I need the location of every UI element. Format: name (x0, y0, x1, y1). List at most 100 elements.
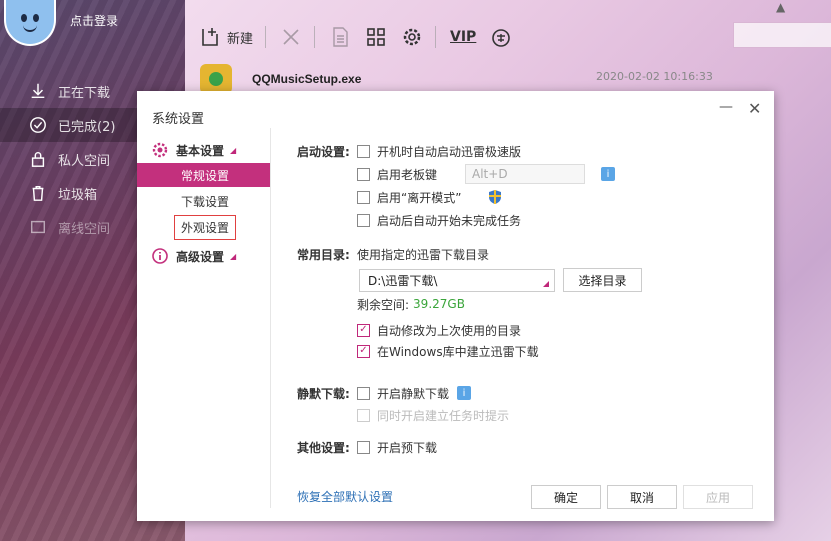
nav-group-basic[interactable]: 基本设置 ◢ (137, 139, 270, 161)
vip-button[interactable]: VIP (450, 29, 476, 45)
restore-defaults-link[interactable]: 恢复全部默认设置 (297, 488, 393, 505)
file-icon (200, 64, 232, 94)
checkbox-label: 开机时自动启动迅雷极速版 (377, 144, 522, 159)
silent-download-checkbox[interactable] (357, 386, 370, 400)
sidebar-item-label: 已完成(2) (58, 119, 116, 135)
away-mode-checkbox[interactable] (357, 190, 370, 204)
checkbox-label: 启动后自动开始未完成任务 (377, 213, 522, 228)
avatar-eye-icon (21, 14, 27, 22)
checkbox-label: 启用老板键 (377, 167, 438, 182)
settings-dialog: 系统设置 — ✕ 基本设置 ◢ 常规设置 下载设置 外观设置 高级设置 ◢ 启动… (137, 91, 774, 521)
settings-nav: 基本设置 ◢ 常规设置 下载设置 外观设置 高级设置 ◢ (137, 139, 270, 267)
skin-button[interactable] (490, 26, 512, 48)
menu-icon[interactable]: ▲ (776, 0, 785, 14)
checkbox-label: 同时开启建立任务时提示 (377, 408, 510, 423)
away-mode-row: 启用“离开模式” (357, 187, 502, 207)
file-time: 2020-02-02 10:16:33 (596, 70, 713, 83)
windows-lib-checkbox[interactable] (357, 344, 370, 358)
minimize-button[interactable]: — (719, 99, 733, 115)
download-list-row[interactable]: QQMusicSetup.exe 2020-02-02 10:16:33 (200, 64, 720, 94)
predownload-row: 其他设置: 开启预下载 (297, 437, 437, 457)
close-icon (283, 29, 299, 45)
info-icon[interactable]: i (601, 167, 616, 181)
download-dir-value: D:\迅雷下载\ (368, 273, 438, 288)
toolbar-divider (314, 26, 316, 48)
download-icon (28, 81, 48, 101)
lock-icon (28, 149, 48, 169)
info-icon[interactable]: i (457, 386, 472, 400)
nav-item-label: 外观设置 (174, 214, 237, 240)
sidebar-item-label: 正在下载 (58, 85, 111, 101)
new-file-icon (202, 28, 218, 46)
section-label: 常用目录: (297, 247, 350, 262)
gear-icon (403, 28, 421, 46)
last-dir-row: 自动修改为上次使用的目录 (357, 320, 521, 340)
nav-item-download[interactable]: 下载设置 (137, 189, 270, 213)
choose-dir-button[interactable]: 选择目录 (563, 268, 642, 292)
shield-icon (489, 190, 502, 204)
nav-group-label: 基本设置 (176, 143, 225, 158)
apps-button[interactable] (365, 26, 387, 48)
dropdown-arrow-icon (543, 280, 549, 287)
toolbar-divider (265, 26, 267, 48)
checkbox-label: 启用“离开模式” (377, 190, 462, 205)
free-space-value: 39.27GB (413, 297, 465, 311)
avatar-mouth-icon (23, 25, 37, 32)
silent-prompt-row: 同时开启建立任务时提示 (357, 405, 509, 425)
trash-icon (28, 183, 48, 203)
vip-icon: VIP (450, 29, 477, 45)
free-space-label: 剩余空间: (357, 297, 410, 312)
resume-checkbox[interactable] (357, 213, 370, 227)
section-label: 静默下载: (297, 386, 350, 401)
sidebar-item-label: 离线空间 (58, 221, 111, 237)
dir-description: 使用指定的迅雷下载目录 (357, 247, 490, 262)
gear-icon (152, 142, 168, 158)
last-dir-checkbox[interactable] (357, 323, 370, 337)
checkbox-label: 开启静默下载 (377, 386, 450, 401)
nav-item-appearance[interactable]: 外观设置 (137, 214, 270, 240)
ok-button[interactable]: 确定 (531, 485, 601, 509)
new-task-label: 新建 (227, 31, 254, 47)
new-task-button[interactable]: 新建 (199, 26, 253, 48)
autostart-checkbox[interactable] (357, 144, 370, 158)
sidebar-item-label: 私人空间 (58, 153, 111, 169)
nav-item-label: 下载设置 (181, 194, 230, 209)
settings-button[interactable] (401, 26, 423, 48)
free-space-row: 剩余空间: 39.27GB (357, 294, 465, 314)
cloud-icon (28, 217, 48, 237)
document-icon (333, 27, 348, 47)
check-circle-icon (28, 115, 48, 135)
app-toolbar: 新建 VIP (185, 18, 512, 56)
grid-icon (367, 28, 385, 46)
boss-key-checkbox[interactable] (357, 167, 370, 181)
nav-item-label: 常规设置 (181, 168, 230, 183)
checkbox-label: 自动修改为上次使用的目录 (377, 323, 522, 338)
login-link[interactable]: 点击登录 (70, 12, 118, 29)
boss-key-row: 启用老板键 Alt+D i (357, 164, 616, 184)
silent-prompt-checkbox[interactable] (357, 408, 370, 422)
dir-desc-row: 常用目录: 使用指定的迅雷下载目录 (297, 244, 489, 264)
caret-icon: ◢ (230, 251, 237, 261)
piggy-bank-icon (492, 29, 511, 47)
resume-row: 启动后自动开始未完成任务 (357, 210, 521, 230)
close-button[interactable]: ✕ (748, 99, 761, 118)
checkbox-label: 在Windows库中建立迅雷下载 (377, 344, 539, 359)
toolbar-divider (435, 26, 437, 48)
predownload-checkbox[interactable] (357, 440, 370, 454)
search-input[interactable] (733, 22, 831, 48)
sidebar-item-label: 垃圾箱 (58, 187, 98, 203)
caret-icon: ◢ (230, 145, 237, 155)
boss-key-input[interactable]: Alt+D (465, 164, 586, 184)
dialog-title: 系统设置 (152, 112, 205, 127)
nav-group-advanced[interactable]: 高级设置 ◢ (137, 245, 270, 267)
download-dir-select[interactable]: D:\迅雷下载\ (359, 268, 555, 292)
apply-button[interactable]: 应用 (683, 485, 753, 509)
delete-button[interactable] (280, 26, 302, 48)
nav-item-general[interactable]: 常规设置 (137, 163, 270, 187)
avatar-eye-icon (33, 14, 39, 22)
section-label: 启动设置: (297, 144, 350, 159)
cancel-button[interactable]: 取消 (607, 485, 677, 509)
dir-select-row: D:\迅雷下载\ 选择目录 (359, 268, 642, 292)
info-icon (152, 248, 168, 264)
file-detail-button[interactable] (329, 26, 351, 48)
